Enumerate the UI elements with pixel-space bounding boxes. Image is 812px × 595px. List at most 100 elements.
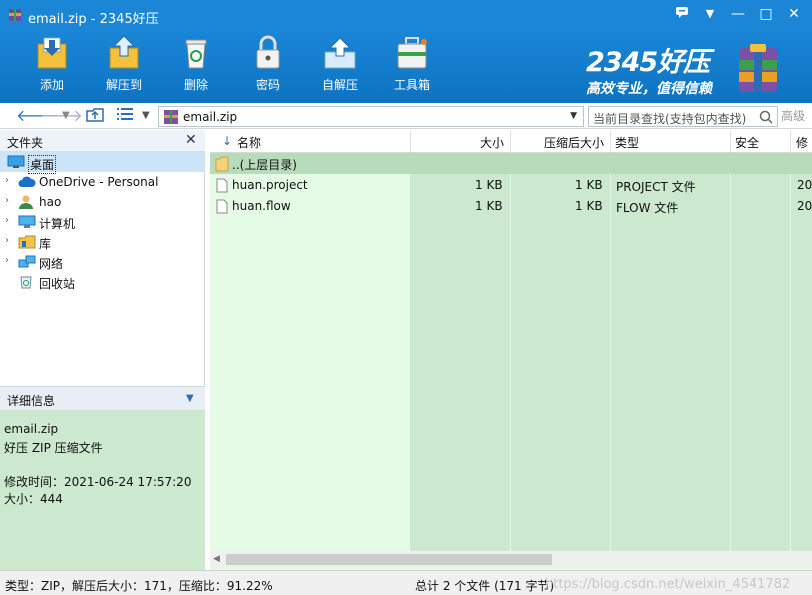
- up-folder-button[interactable]: [86, 106, 104, 126]
- user-icon: [19, 195, 33, 209]
- file-size: 1 KB: [475, 199, 503, 213]
- toolbox-button[interactable]: 工具箱: [382, 34, 442, 100]
- computer-icon: [18, 215, 36, 228]
- password-label: 密码: [255, 78, 280, 92]
- horizontal-scrollbar[interactable]: ◀: [210, 551, 812, 568]
- column-header: ↓ 名称 大小 压缩后大小 类型 安全 修改: [210, 130, 812, 167]
- status-archive-info: 类型：ZIP，解压后大小：171，压缩比：91.22%: [5, 579, 273, 593]
- add-icon: [37, 37, 67, 69]
- chevron-down-icon[interactable]: ▼: [570, 111, 577, 121]
- password-button[interactable]: 密码: [238, 34, 298, 100]
- file-type: FLOW 文件: [616, 201, 679, 215]
- add-label: 添加: [39, 78, 64, 92]
- chevron-down-icon[interactable]: ▼: [186, 393, 194, 404]
- column-separator[interactable]: [730, 130, 731, 153]
- tree-item-label: OneDrive - Personal: [39, 175, 159, 189]
- desktop-icon: [7, 155, 25, 168]
- chevron-right-icon[interactable]: ›: [5, 215, 9, 226]
- status-bar: 类型：ZIP，解压后大小：171，压缩比：91.22% 总计 2 个文件 (17…: [0, 570, 812, 595]
- folder-icon: [215, 156, 229, 172]
- chevron-right-icon[interactable]: ›: [5, 255, 9, 266]
- details-title: 详细信息: [7, 394, 56, 408]
- add-button[interactable]: 添加: [22, 34, 82, 100]
- search-box[interactable]: 当前目录查找(支持包内查找): [588, 106, 778, 127]
- address-bar[interactable]: email.zip ▼: [158, 106, 584, 127]
- title-bar: email.zip - 2345好压 ▼ — □ ✕: [0, 0, 812, 30]
- maximize-button[interactable]: □: [754, 4, 778, 24]
- library-icon: [18, 235, 36, 249]
- chevron-down-icon: ▼: [142, 110, 150, 121]
- file-type: PROJECT 文件: [616, 180, 696, 194]
- scrollbar-thumb[interactable]: [226, 554, 552, 565]
- file-name: huan.flow: [232, 199, 291, 213]
- tree-item-hao[interactable]: › hao: [0, 192, 205, 212]
- delete-label: 删除: [183, 78, 208, 92]
- toolbox-icon: [397, 37, 427, 69]
- column-separator[interactable]: [610, 130, 611, 153]
- cloud-icon: [18, 176, 36, 187]
- tree-item-label: 计算机: [39, 217, 76, 231]
- tree-item-recycle-bin[interactable]: 回收站: [0, 272, 205, 292]
- delete-icon: [185, 39, 207, 69]
- chevron-left-icon[interactable]: ◀: [213, 554, 220, 564]
- close-button[interactable]: ✕: [782, 4, 806, 24]
- minimize-button[interactable]: —: [726, 4, 750, 24]
- app-logo-icon: [739, 44, 777, 92]
- file-icon: [216, 199, 228, 214]
- details-header[interactable]: 详细信息 ▼: [0, 386, 205, 410]
- tree-item-onedrive[interactable]: › OneDrive - Personal: [0, 172, 205, 192]
- details-type: 好压 ZIP 压缩文件: [4, 441, 103, 455]
- view-mode-button[interactable]: [116, 106, 134, 126]
- lock-icon: [256, 35, 280, 69]
- up-directory-row[interactable]: ..(上层目录): [210, 153, 812, 174]
- chevron-right-icon[interactable]: ›: [5, 235, 9, 246]
- sort-arrow-icon: ↓: [222, 134, 233, 148]
- details-name: email.zip: [4, 422, 59, 436]
- column-security[interactable]: 安全: [735, 134, 759, 151]
- toolbox-label: 工具箱: [393, 78, 430, 92]
- network-icon: [18, 255, 36, 268]
- column-packed-size[interactable]: 压缩后大小: [544, 134, 604, 151]
- file-modified: 202: [797, 199, 812, 213]
- tree-item-label: 网络: [39, 257, 64, 271]
- chevron-right-icon[interactable]: ›: [5, 175, 9, 186]
- column-type[interactable]: 类型: [615, 134, 639, 151]
- column-separator[interactable]: [410, 130, 411, 153]
- folder-panel: 文件夹 ✕ 桌面 › OneDrive - Personal › hao › 计…: [0, 130, 205, 571]
- column-separator[interactable]: [790, 130, 791, 153]
- close-icon[interactable]: ✕: [185, 132, 197, 148]
- dropdown-button[interactable]: ▼: [698, 4, 722, 24]
- table-row[interactable]: huan.project 1 KB 1 KB PROJECT 文件 202: [210, 175, 812, 196]
- tree-item-desktop[interactable]: 桌面: [0, 152, 205, 174]
- toolbar: 添加 解压到 删除 密码 自解压 工具箱 2345好压 高效专业，值得信赖: [0, 30, 812, 103]
- extract-icon: [109, 35, 139, 69]
- delete-button[interactable]: 删除: [166, 34, 226, 100]
- app-icon: [9, 9, 21, 21]
- self-extract-label: 自解压: [321, 78, 358, 92]
- search-icon[interactable]: [759, 110, 773, 124]
- extract-button[interactable]: 解压到: [94, 34, 154, 100]
- tree-item-computer[interactable]: › 计算机: [0, 212, 205, 232]
- table-row[interactable]: huan.flow 1 KB 1 KB FLOW 文件 202: [210, 196, 812, 217]
- self-extract-button[interactable]: 自解压: [310, 34, 370, 100]
- navigation-bar: 🡐 🡒 ▼ ▼ email.zip ▼ 当前目录查找(支持包内查找): [0, 103, 812, 129]
- status-file-total: 总计 2 个文件 (171 字节): [415, 579, 555, 593]
- column-name[interactable]: 名称: [237, 134, 261, 151]
- advanced-search-link[interactable]: 高级: [781, 107, 805, 124]
- tree-item-label: hao: [39, 195, 62, 209]
- forward-dropdown[interactable]: ▼: [62, 106, 70, 126]
- file-modified: 202: [797, 178, 812, 192]
- file-packed-size: 1 KB: [575, 199, 603, 213]
- tree-item-network[interactable]: › 网络: [0, 252, 205, 272]
- file-packed-size: 1 KB: [575, 178, 603, 192]
- tree-item-library[interactable]: › 库: [0, 232, 205, 252]
- window-menu-button[interactable]: [670, 4, 694, 24]
- chevron-right-icon[interactable]: ›: [5, 195, 9, 206]
- details-size: 大小：444: [4, 492, 63, 506]
- zip-file-icon: [164, 110, 178, 124]
- column-separator[interactable]: [510, 130, 511, 153]
- file-list: ↓ 名称 大小 压缩后大小 类型 安全 修改 ..(上层目录) huan.pro…: [210, 130, 812, 571]
- view-mode-dropdown[interactable]: ▼: [142, 106, 150, 126]
- column-size[interactable]: 大小: [480, 134, 504, 151]
- folder-panel-header: 文件夹 ✕: [0, 130, 205, 152]
